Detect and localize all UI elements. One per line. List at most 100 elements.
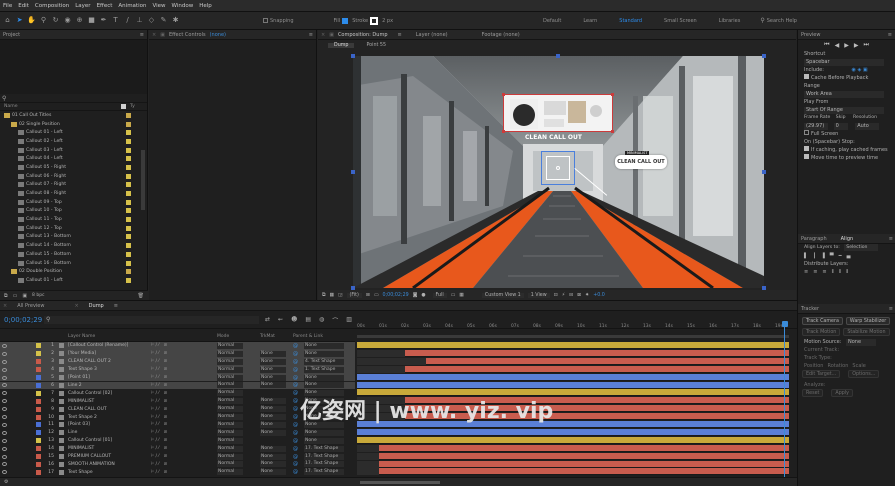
- prev-frame-icon[interactable]: ◀: [835, 42, 840, 49]
- project-tab[interactable]: Project: [3, 32, 20, 38]
- pick-whip-icon[interactable]: @: [293, 398, 299, 404]
- hand-tool-icon[interactable]: ✋: [27, 16, 36, 25]
- label-swatch[interactable]: [126, 234, 131, 240]
- options-button[interactable]: Options...: [848, 370, 880, 378]
- layer-duration-bar[interactable]: [357, 428, 789, 436]
- panel-menu-icon[interactable]: ≡: [889, 236, 893, 242]
- toggle-switches-icon[interactable]: ⚙: [4, 479, 8, 485]
- layer-label-swatch[interactable]: [36, 375, 41, 381]
- layer-label-swatch[interactable]: [36, 430, 41, 436]
- trkmat-dropdown[interactable]: None: [260, 429, 286, 436]
- edit-target-button[interactable]: Edit Target...: [802, 370, 841, 378]
- clone-stamp-tool-icon[interactable]: ⊥: [135, 16, 144, 25]
- handle-br[interactable]: [611, 130, 614, 133]
- brush-tool-icon[interactable]: /: [123, 16, 132, 25]
- layer-duration-bar[interactable]: [357, 381, 789, 389]
- layer-label-swatch[interactable]: [36, 382, 41, 388]
- dist-top-icon[interactable]: ≡: [804, 268, 808, 276]
- layer-row[interactable]: 6 Line 2 ⚐ / ⁄ ⊘ Normal None @ None: [0, 381, 355, 390]
- visibility-eye-icon[interactable]: [2, 359, 7, 364]
- tracker-tab[interactable]: Tracker: [801, 306, 819, 312]
- layer-duration-bar[interactable]: [357, 342, 789, 349]
- col-parent[interactable]: Parent & Link: [293, 334, 323, 339]
- label-swatch[interactable]: [126, 173, 131, 179]
- roto-brush-tool-icon[interactable]: ✎: [159, 16, 168, 25]
- label-swatch[interactable]: [126, 112, 131, 118]
- layer-label-swatch[interactable]: [36, 422, 41, 428]
- layer-name[interactable]: Line: [68, 430, 77, 435]
- pick-whip-icon[interactable]: @: [293, 375, 299, 381]
- layer-label-swatch[interactable]: [36, 351, 41, 357]
- layer-tab[interactable]: Layer (none): [416, 32, 448, 38]
- project-item[interactable]: Callout 11 - Top: [0, 215, 147, 224]
- layer-switches[interactable]: ⚐ / ⁄ ⊘: [150, 375, 167, 380]
- layer-label-swatch[interactable]: [36, 446, 41, 452]
- help-search-input[interactable]: Search Help: [767, 18, 797, 24]
- channel-icon[interactable]: ●: [421, 293, 425, 298]
- layer-row[interactable]: 16 SMOOTH ANIMATION ⚐ / ⁄ ⊘ Normal None @17. …: [0, 461, 355, 469]
- timeline-tab-all-preview[interactable]: All Preview: [17, 303, 44, 309]
- paragraph-tab[interactable]: Paragraph: [801, 236, 827, 242]
- stroke-swatch[interactable]: [370, 16, 379, 25]
- layer-duration-bar[interactable]: [357, 373, 789, 381]
- layer-row[interactable]: 3 CLEAN CALL OUT 2 ⚐ / ⁄ ⊘ Normal None @4. Te…: [0, 357, 355, 366]
- blend-mode-dropdown[interactable]: Normal: [217, 429, 243, 436]
- parent-dropdown[interactable]: None: [304, 429, 344, 436]
- col-trkmat[interactable]: TrkMat: [260, 334, 275, 339]
- workspace-standard[interactable]: Standard: [619, 18, 642, 24]
- layer-duration-bar[interactable]: [404, 349, 789, 357]
- label-swatch[interactable]: [126, 208, 131, 214]
- fast-preview-icon[interactable]: ⚡: [562, 293, 565, 298]
- label-swatch[interactable]: [126, 121, 131, 127]
- views-dropdown[interactable]: 1 View: [527, 292, 550, 298]
- menu-item-view[interactable]: View: [152, 3, 165, 9]
- layer-label-swatch[interactable]: [36, 414, 41, 420]
- blend-mode-dropdown[interactable]: Normal: [217, 350, 243, 357]
- dist-hcenter-icon[interactable]: ⦀: [839, 268, 841, 276]
- pen-tool-icon[interactable]: ✒: [99, 16, 108, 25]
- visibility-eye-icon[interactable]: [2, 415, 7, 420]
- trkmat-dropdown[interactable]: None: [260, 382, 286, 389]
- cache-row[interactable]: Cache Before Playback: [798, 74, 895, 82]
- pick-whip-icon[interactable]: @: [293, 446, 299, 452]
- footage-tab[interactable]: Footage (none): [482, 32, 520, 38]
- roi-icon[interactable]: ▭: [451, 293, 456, 298]
- layer-row[interactable]: 1 [Callout Control (Rename)] ⚐ / ⁄ ⊘ Normal…: [0, 342, 355, 350]
- project-item[interactable]: Callout 07 - Right: [0, 181, 147, 190]
- align-right-icon[interactable]: ▐: [821, 252, 825, 260]
- label-swatch[interactable]: [126, 191, 131, 197]
- handle-tr[interactable]: [611, 93, 614, 96]
- blend-mode-dropdown[interactable]: Normal: [217, 374, 243, 381]
- trkmat-dropdown[interactable]: None: [260, 469, 286, 476]
- blend-mode-dropdown[interactable]: Normal: [217, 445, 243, 452]
- pan-behind-tool-icon[interactable]: ⊕: [75, 16, 84, 25]
- track-camera-button[interactable]: Track Camera: [802, 317, 843, 325]
- menu-item-file[interactable]: File: [3, 3, 12, 9]
- align-vcenter-icon[interactable]: ━: [839, 252, 842, 260]
- project-item[interactable]: Callout 02 - Left: [0, 137, 147, 146]
- trash-icon[interactable]: 🗑: [138, 293, 144, 299]
- label-swatch[interactable]: [126, 156, 131, 162]
- layer-name[interactable]: Text Shape 3: [68, 367, 97, 372]
- layer-label-swatch[interactable]: [36, 438, 41, 444]
- include-overlay-icon[interactable]: ▣: [863, 67, 868, 73]
- layer-switches[interactable]: ⚐ / ⁄ ⊘: [150, 343, 167, 348]
- exposure-value[interactable]: +0.0: [593, 293, 605, 298]
- include-video-icon[interactable]: ◉: [851, 67, 855, 73]
- zoom-tool-icon[interactable]: ⚲: [39, 16, 48, 25]
- parent-dropdown[interactable]: 17. Text Shape: [304, 453, 344, 460]
- timeline-search[interactable]: ⚲: [44, 316, 259, 324]
- layer-duration-bar[interactable]: [378, 468, 789, 476]
- current-time-indicator[interactable]: [782, 321, 788, 482]
- callout-bubble[interactable]: MINIMALIST CLEAN CALL OUT: [615, 151, 667, 169]
- layer-switches[interactable]: ⚐ / ⁄ ⊘: [150, 438, 167, 443]
- range-dropdown[interactable]: Work Area: [804, 91, 884, 98]
- pick-whip-icon[interactable]: @: [293, 359, 299, 365]
- label-swatch[interactable]: [126, 199, 131, 205]
- comp-handle-ml[interactable]: [351, 170, 355, 174]
- project-item[interactable]: Callout 16 - Bottom: [0, 259, 147, 268]
- layer-row[interactable]: 13 Callout Control [01] ⚐ / ⁄ ⊘ Normal @ None: [0, 437, 355, 445]
- last-frame-icon[interactable]: ⏭: [863, 41, 868, 49]
- scale-checkbox[interactable]: Scale: [852, 362, 865, 370]
- play-icon[interactable]: ▶: [844, 42, 849, 49]
